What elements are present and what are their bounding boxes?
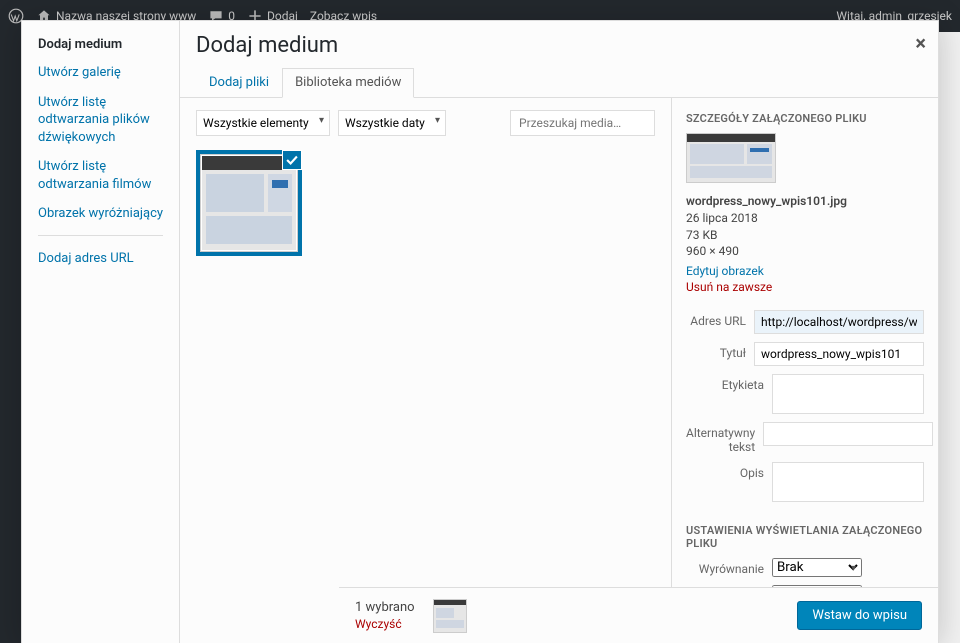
selection-info: 1 wybrano Wyczyść [355, 600, 415, 631]
align-select[interactable]: Brak [772, 558, 862, 577]
url-input[interactable] [754, 310, 924, 334]
sidebar-item-featured-image[interactable]: Obrazek wyróżniający [38, 205, 179, 223]
url-label: Adres URL [686, 310, 746, 328]
insert-button[interactable]: Wstaw do wpisu [797, 601, 922, 630]
sidebar-heading: Dodaj medium [38, 37, 179, 52]
clear-selection-link[interactable]: Wyczyść [355, 617, 415, 631]
caption-input[interactable] [772, 374, 924, 414]
modal-footer: 1 wybrano Wyczyść Wstaw do wpisu [339, 587, 938, 643]
sidebar-item-insert-url[interactable]: Dodaj adres URL [38, 250, 179, 268]
sidebar-item-video-playlist[interactable]: Utwórz listę odtwarzania filmów [38, 158, 179, 193]
search-input[interactable] [510, 110, 655, 136]
selected-check-icon[interactable] [282, 150, 302, 170]
alt-input[interactable] [763, 422, 933, 446]
filter-type-select[interactable]: Wszystkie elementy [196, 110, 330, 136]
tab-library[interactable]: Biblioteka mediów [282, 68, 414, 98]
sidebar-item-audio-playlist[interactable]: Utwórz listę odtwarzania plików dźwiękow… [38, 94, 179, 147]
title-label: Tytuł [686, 342, 746, 360]
details-filename: wordpress_nowy_wpis101.jpg [686, 193, 924, 210]
modal-title: Dodaj medium [180, 21, 938, 58]
filter-date-select[interactable]: Wszystkie daty [338, 110, 446, 136]
caption-label: Etykieta [686, 374, 764, 392]
details-dimensions: 960 × 490 [686, 243, 924, 260]
media-browser: Wszystkie elementy Wszystkie daty [180, 98, 671, 643]
title-input[interactable] [754, 342, 924, 366]
details-heading: SZCZEGÓŁY ZAŁĄCZONEGO PLIKU [686, 112, 924, 125]
selection-thumb[interactable] [433, 599, 467, 633]
delete-image-link[interactable]: Usuń na zawsze [686, 280, 924, 294]
media-toolbar: Wszystkie elementy Wszystkie daty [196, 110, 655, 136]
modal-main: Dodaj medium Dodaj pliki Biblioteka medi… [180, 21, 938, 643]
selection-count: 1 wybrano [355, 600, 415, 615]
desc-label: Opis [686, 462, 764, 480]
media-modal: × Dodaj medium Utwórz galerię Utwórz lis… [21, 20, 939, 643]
edit-image-link[interactable]: Edytuj obrazek [686, 264, 924, 278]
align-label: Wyrównanie [686, 558, 764, 576]
details-size: 73 KB [686, 227, 924, 244]
tabs: Dodaj pliki Biblioteka mediów [180, 58, 938, 98]
desc-input[interactable] [772, 462, 924, 502]
sidebar-item-gallery[interactable]: Utwórz galerię [38, 64, 179, 82]
details-preview [686, 133, 776, 183]
display-heading: USTAWIENIA WYŚWIETLANIA ZAŁĄCZONEGO PLIK… [686, 524, 924, 550]
tab-upload[interactable]: Dodaj pliki [196, 68, 282, 97]
attachment-thumb[interactable] [196, 150, 302, 256]
attachment-details: SZCZEGÓŁY ZAŁĄCZONEGO PLIKU wordpress_no… [671, 98, 938, 643]
attachment-preview [202, 156, 296, 250]
modal-sidebar: Dodaj medium Utwórz galerię Utwórz listę… [22, 21, 180, 643]
attachments-grid [196, 136, 655, 256]
alt-label: Alternatywny tekst [686, 422, 755, 454]
details-date: 26 lipca 2018 [686, 210, 924, 227]
